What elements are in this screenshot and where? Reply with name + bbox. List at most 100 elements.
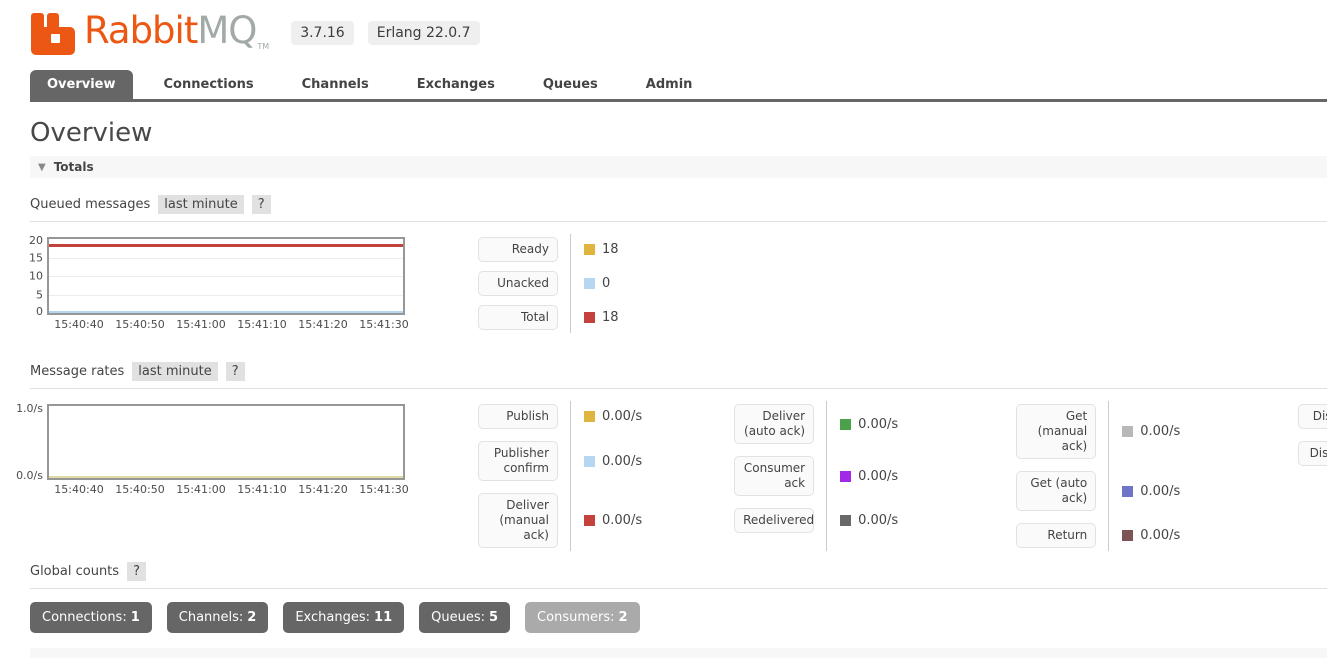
tab-channels[interactable]: Channels (285, 70, 386, 99)
tab-admin[interactable]: Admin (629, 70, 710, 99)
legend-row-unacked: Unacked 0 (478, 271, 619, 296)
y-tick: 5 (36, 288, 43, 301)
queued-messages-plot-area: 20 15 10 5 0 (29, 234, 405, 318)
legend-divider (570, 401, 571, 551)
global-counts-badges: Connections: 1 Channels: 2 Exchanges: 11 Qu… (30, 602, 1327, 633)
legend-divider (1108, 401, 1110, 551)
totals-section-header[interactable]: ▼ Totals (30, 156, 1327, 178)
ready-swatch (584, 244, 595, 255)
deliver-manual-ack-button[interactable]: Deliver (manual ack) (478, 493, 558, 548)
y-tick: 10 (29, 269, 43, 283)
tab-exchanges[interactable]: Exchanges (400, 70, 512, 99)
x-tick: 15:41:10 (237, 318, 287, 331)
publish-button[interactable]: Publish (478, 404, 558, 429)
message-rates-plot-area: 1.0/s 0.0/s (16, 402, 405, 482)
series-line-total (49, 244, 403, 248)
unacked-button[interactable]: Unacked (478, 271, 558, 296)
deliver-manual-ack-rate: 0.00/s (602, 513, 643, 528)
rabbitmq-overview-page: Rabbit MQ TM 3.7.16 Erlang 22.0.7 Overvi… (0, 0, 1327, 658)
deliver-manual-ack-swatch (584, 515, 595, 526)
gridline (49, 276, 403, 277)
redelivered-swatch (840, 515, 852, 526)
rabbitmq-logo[interactable]: Rabbit MQ TM (30, 11, 269, 55)
legend-row-ready: Ready 18 (478, 237, 619, 262)
x-axis: 15:40:40 15:40:50 15:41:00 15:41:10 15:4… (49, 318, 442, 334)
x-tick: 15:41:10 (237, 483, 287, 496)
ready-value: 18 (602, 242, 619, 257)
legend-column-get: Get (manual ack) 0.00/s Get (auto ack) 0… (1016, 401, 1180, 551)
unacked-value: 0 (602, 276, 611, 291)
x-tick: 15:40:40 (54, 318, 104, 331)
x-tick: 15:41:00 (176, 483, 226, 496)
legend-row-consumer-ack: Consumer ack 0.00/s (734, 456, 898, 496)
tab-queues[interactable]: Queues (526, 70, 615, 99)
legend-row-deliver-auto: Deliver (auto ack) 0.00/s (734, 404, 898, 444)
next-section-header-partial[interactable] (30, 648, 1327, 658)
x-tick: 15:41:20 (298, 318, 348, 331)
consumer-ack-button[interactable]: Consumer ack (734, 456, 815, 496)
publisher-confirm-rate: 0.00/s (602, 453, 643, 469)
disk-read-button[interactable]: Disk read (1298, 404, 1327, 429)
global-counts-title: Global counts (30, 564, 120, 579)
series-line-unacked (49, 311, 403, 313)
message-rates-section: Message rates last minute ? 1.0/s 0.0/s … (16, 362, 1327, 551)
x-tick: 15:40:40 (54, 483, 104, 496)
channels-count-badge: Channels: 2 (166, 602, 269, 633)
legend-row-deliver-manual: Deliver (manual ack) 0.00/s (478, 493, 642, 548)
y-tick: 0 (36, 305, 43, 319)
main-tabs: Overview Connections Channels Exchanges … (30, 70, 1327, 102)
queued-messages-section: Queued messages last minute ? 20 15 10 5… (29, 195, 1327, 334)
collapse-arrow-icon: ▼ (38, 161, 46, 173)
brand-mq-text: MQ (197, 9, 257, 52)
brand-rabbit-text: Rabbit (84, 9, 198, 52)
y-tick: 20 (29, 233, 43, 247)
disk-write-button[interactable]: Disk write (1298, 441, 1327, 466)
app-header: Rabbit MQ TM 3.7.16 Erlang 22.0.7 (30, 0, 1327, 55)
return-swatch (1122, 530, 1134, 541)
x-tick: 15:41:00 (176, 318, 226, 331)
get-manual-ack-button[interactable]: Get (manual ack) (1016, 404, 1097, 459)
queued-messages-legend: Ready 18 Unacked 0 Total 18 (478, 234, 619, 333)
publisher-confirm-button[interactable]: Publisher confirm (478, 441, 558, 481)
page-title: Overview (30, 118, 153, 148)
y-tick: 0.0/s (16, 468, 43, 482)
publish-rate: 0.00/s (602, 409, 643, 424)
redelivered-button[interactable]: Redelivered (734, 508, 814, 533)
x-tick: 15:40:50 (115, 483, 165, 496)
tab-overview[interactable]: Overview (30, 70, 133, 99)
queues-count-badge: Queues: 5 (419, 602, 511, 633)
queued-messages-title: Queued messages (30, 197, 151, 212)
gridline (49, 294, 403, 296)
queued-time-range-selector[interactable]: last minute (158, 195, 244, 214)
message-rates-chart: 1.0/s 0.0/s 15:40:40 15:40:50 15:41:00 1… (16, 402, 442, 499)
deliver-auto-ack-button[interactable]: Deliver (auto ack) (734, 404, 815, 444)
consumers-count-badge: Consumers: 2 (525, 602, 640, 633)
gridline (49, 257, 403, 259)
series-line-disk-write (49, 476, 403, 478)
totals-label: Totals (53, 160, 94, 174)
publisher-confirm-swatch (584, 455, 595, 467)
legend-column-publish: Publish 0.00/s Publisher confirm 0.00/s … (478, 401, 642, 551)
return-button[interactable]: Return (1016, 523, 1097, 548)
rates-help-icon[interactable]: ? (225, 362, 245, 381)
queued-help-icon[interactable]: ? (251, 195, 271, 214)
get-auto-ack-swatch (1122, 485, 1134, 497)
queued-messages-header: Queued messages last minute ? (30, 195, 1327, 222)
consumer-ack-rate: 0.00/s (858, 468, 899, 484)
legend-row-get-auto: Get (auto ack) 0.00/s (1016, 471, 1180, 511)
tab-connections[interactable]: Connections (147, 70, 271, 99)
publish-swatch (584, 411, 595, 422)
get-auto-ack-button[interactable]: Get (auto ack) (1016, 471, 1097, 511)
global-counts-help-icon[interactable]: ? (127, 562, 146, 581)
global-counts-section: Global counts ? Connections: 1 Channels: 2… (30, 562, 1327, 633)
message-rates-legend: Publish 0.00/s Publisher confirm 0.00/s … (442, 401, 1327, 551)
total-button[interactable]: Total (478, 305, 558, 330)
rates-time-range-selector[interactable]: last minute (132, 362, 218, 381)
ready-button[interactable]: Ready (478, 237, 558, 262)
total-swatch (584, 312, 595, 323)
legend-row-redelivered: Redelivered 0.00/s (734, 508, 898, 533)
deliver-auto-ack-swatch (840, 418, 852, 430)
legend-row-disk-read: Disk read 0.00/s (1298, 404, 1327, 429)
legend-row-publisher-confirm: Publisher confirm 0.00/s (478, 441, 642, 481)
legend-row-publish: Publish 0.00/s (478, 404, 642, 429)
